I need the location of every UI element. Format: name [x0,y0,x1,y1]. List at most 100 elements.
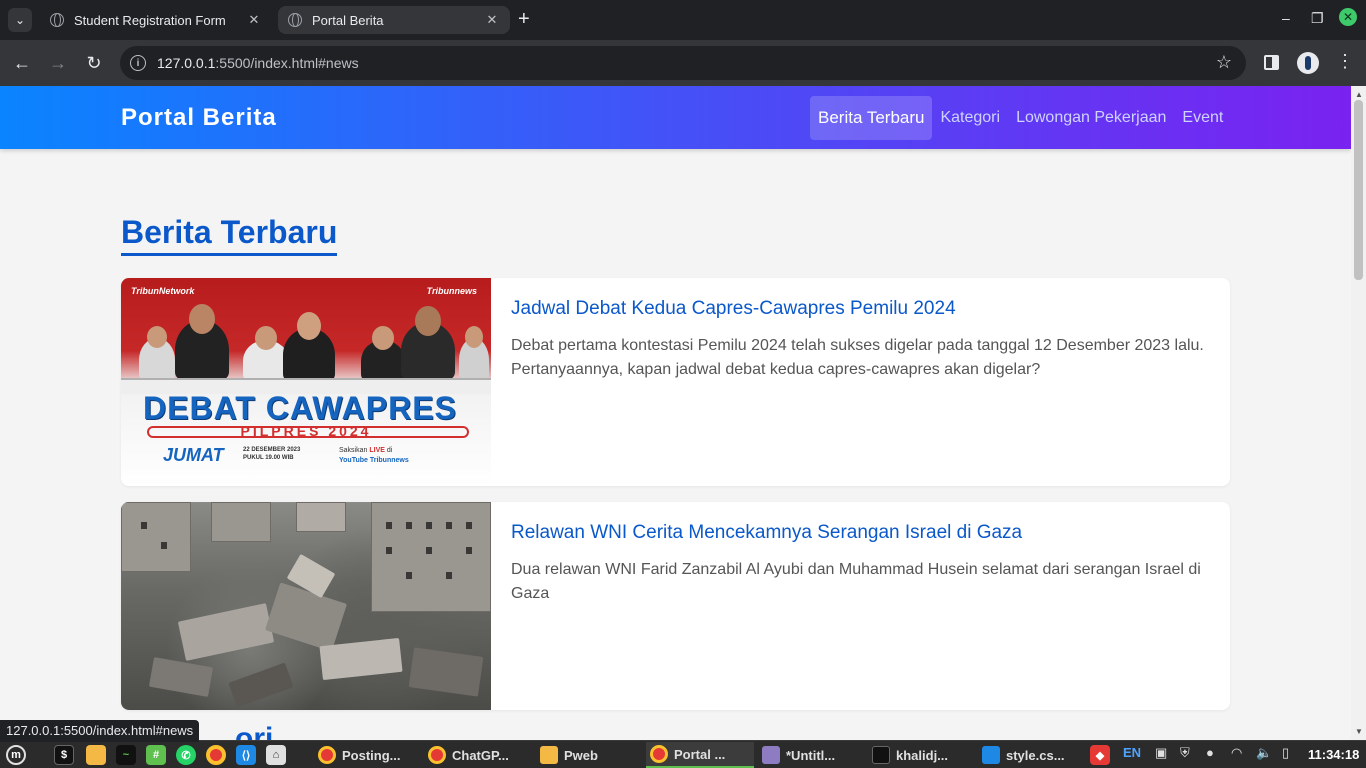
tab-student-registration[interactable]: Student Registration Form ✕ [40,6,272,34]
taskbar-app-label: style.cs... [1006,747,1065,763]
poster-date-line: 22 DESEMBER 2023 [243,447,301,453]
news-card-body: Relawan WNI Cerita Mencekamnya Serangan … [511,522,1211,606]
poster-logo-left: TribunNetwork [131,286,195,296]
terminal-icon[interactable]: $ [54,745,74,765]
taskbar-app-label: Portal ... [674,746,726,762]
wifi-icon[interactable]: ◠ [1231,745,1242,761]
building [296,502,346,532]
taskbar-app-chrome-portal[interactable]: Portal ... [646,742,754,768]
candidate-figure [139,326,175,382]
site-logo[interactable]: Portal Berita [121,104,277,132]
news-card[interactable]: Relawan WNI Cerita Mencekamnya Serangan … [121,502,1230,710]
chrome-icon[interactable] [206,745,226,765]
nav-kategori[interactable]: Kategori [932,96,1008,140]
side-panel-icon[interactable] [1264,55,1279,70]
tab-portal-berita[interactable]: Portal Berita ✕ [278,6,510,34]
tab-search-chevron-icon[interactable]: ⌄ [8,8,32,32]
globe-icon [288,13,302,27]
news-title[interactable]: Jadwal Debat Kedua Capres-Cawapres Pemil… [511,298,1211,320]
folder-icon[interactable] [86,745,106,765]
forward-icon[interactable]: → [47,52,69,74]
terminal-icon [872,746,890,764]
window [386,547,392,554]
mint-menu-icon[interactable]: m [6,745,26,765]
debris [177,603,275,661]
poster-channel: YouTube Tribunnews [339,457,409,464]
news-image-debat: TribunNetwork Tribunnews DEBAT CAWAPRES … [121,278,491,486]
anydesk-icon[interactable]: ◆ [1090,745,1110,765]
taskbar-app-label: Pweb [564,747,598,763]
nav-event[interactable]: Event [1174,96,1231,140]
poster-watch: Saksikan [339,447,368,454]
debris [264,582,348,652]
keyboard-language[interactable]: EN [1123,745,1141,760]
taskbar-app-label: Posting... [342,747,401,763]
taskbar-app-text-editor[interactable]: *Untitl... [758,742,866,768]
debris [408,647,484,697]
url-text[interactable]: 127.0.0.1:5500/index.html#news [157,55,359,71]
new-tab-icon[interactable]: + [518,9,530,29]
kebab-menu-icon[interactable]: ⋮ [1336,51,1354,72]
battery-icon[interactable]: ▯ [1282,745,1289,761]
chrome-icon [428,746,446,764]
page-scrollbar[interactable]: ▲ ▼ [1351,86,1366,740]
profile-avatar-icon[interactable] [1297,52,1319,74]
clipboard-icon[interactable]: ▣ [1155,745,1167,761]
close-icon[interactable]: ✕ [246,12,262,28]
next-section-heading: ...ori [210,722,274,740]
address-bar[interactable]: i 127.0.0.1:5500/index.html#news ☆ [120,46,1246,80]
taskbar-app-files-pweb[interactable]: Pweb [536,742,644,768]
close-icon[interactable]: ✕ [484,12,500,28]
poster-date: 22 DESEMBER 2023 PUKUL 19.00 WIB [243,446,300,462]
nav-lowongan-pekerjaan[interactable]: Lowongan Pekerjaan [1008,96,1174,140]
poster-youtube: Saksikan LIVE di YouTube Tribunnews [339,446,409,466]
scrollbar-thumb[interactable] [1354,100,1363,280]
poster-at: di [386,447,393,454]
candidate-figure [175,304,229,380]
news-title[interactable]: Relawan WNI Cerita Mencekamnya Serangan … [511,522,1211,544]
volume-icon[interactable]: 🔈 [1256,745,1272,761]
text-editor-icon [762,746,780,764]
window [406,522,412,529]
taskbar-app-label: khalidj... [896,747,949,763]
debris [148,657,214,697]
user-icon[interactable]: ● [1206,745,1214,760]
reload-icon[interactable]: ↻ [83,52,105,74]
bookmark-star-icon[interactable]: ☆ [1216,52,1232,73]
debris [319,637,403,681]
poster-live: LIVE [369,447,385,454]
taskbar-app-chrome-chatgpt[interactable]: ChatGP... [424,742,532,768]
maximize-icon[interactable]: ❐ [1311,10,1324,27]
vscode-icon [982,746,1000,764]
taskbar-app-terminal[interactable]: khalidj... [868,742,976,768]
window [406,572,412,579]
back-icon[interactable]: ← [11,52,33,74]
url-host: 127.0.0.1 [157,55,216,71]
window [426,522,432,529]
store-icon[interactable]: ⌂ [266,745,286,765]
debris [228,662,294,708]
nav-berita-terbaru[interactable]: Berita Terbaru [810,96,933,140]
minimize-icon[interactable]: – [1282,10,1290,26]
news-card[interactable]: TribunNetwork Tribunnews DEBAT CAWAPRES … [121,278,1230,486]
shield-icon[interactable]: ⛨ [1180,745,1190,761]
vscode-icon[interactable]: ⟨⟩ [236,745,256,765]
url-path: :5500/index.html#news [215,55,359,71]
system-monitor-icon[interactable]: ~ [116,745,136,765]
taskbar-app-vscode[interactable]: style.cs... [978,742,1086,768]
candidate-figure [459,326,489,382]
globe-icon [50,13,64,27]
window [446,522,452,529]
taskbar-app-chrome-posting[interactable]: Posting... [314,742,422,768]
scroll-down-icon[interactable]: ▼ [1355,727,1363,736]
clock[interactable]: 11:34:18 [1308,747,1359,762]
news-image-gaza [121,502,491,710]
scroll-up-icon[interactable]: ▲ [1355,90,1363,99]
site-info-icon[interactable]: i [130,55,146,71]
window-close-icon[interactable]: ✕ [1339,8,1357,26]
window [446,572,452,579]
calculator-icon[interactable]: # [146,745,166,765]
whatsapp-icon[interactable]: ✆ [176,745,196,765]
site-nav: Berita Terbaru Kategori Lowongan Pekerja… [810,96,1231,140]
tab-title: Portal Berita [312,12,384,28]
